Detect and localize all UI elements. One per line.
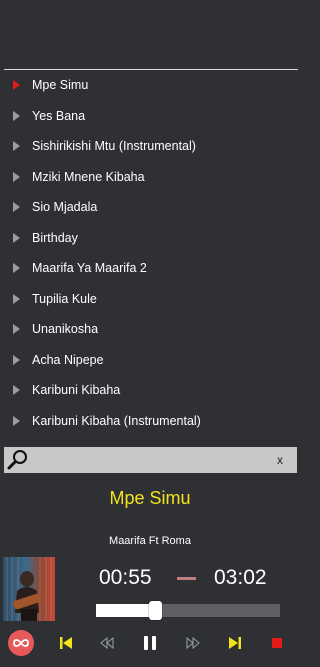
playlist-item[interactable]: Yes Bana: [0, 101, 300, 132]
play-marker-icon: [13, 202, 20, 213]
play-marker-icon: [13, 385, 20, 396]
playlist-item-label: Karibuni Kibaha: [32, 383, 121, 398]
next-button[interactable]: [227, 628, 243, 658]
album-art: [3, 557, 55, 621]
rewind-icon: [100, 637, 114, 649]
repeat-button[interactable]: [8, 628, 34, 658]
playlist-item-label: Sio Mjadala: [32, 200, 98, 215]
current-time: 00:55: [99, 566, 152, 589]
playlist-item-label: Birthday: [32, 230, 78, 245]
playlist-item[interactable]: Karibuni Kibaha: [0, 375, 300, 406]
song-title: Mpe Simu: [109, 488, 191, 508]
playlist-item-label: Unanikosha: [32, 322, 99, 337]
playlist-item[interactable]: Karibuni Kibaha (Instrumental): [0, 406, 300, 437]
seek-progress: [96, 604, 155, 617]
pause-button[interactable]: [141, 628, 159, 658]
playlist: Mpe Simu Yes Bana Sishirikishi Mtu (Instru…: [0, 70, 300, 444]
play-marker-icon: [13, 110, 20, 121]
skip-previous-icon: [60, 637, 72, 649]
rewind-button[interactable]: [99, 628, 115, 658]
skip-next-icon: [229, 637, 241, 649]
playback-controls: [0, 628, 300, 658]
pause-icon: [144, 636, 156, 650]
total-time: 03:02: [214, 566, 267, 589]
play-marker-icon: [13, 354, 20, 365]
playlist-item-label: Mziki Mnene Kibaha: [32, 169, 145, 184]
playlist-item-label: Mpe Simu: [32, 78, 89, 93]
seek-bar[interactable]: [96, 601, 280, 620]
playlist-item[interactable]: Birthday: [0, 223, 300, 254]
playlist-item-label: Sishirikishi Mtu (Instrumental): [32, 139, 196, 154]
playlist-item-label: Yes Bana: [32, 108, 86, 123]
playlist-item[interactable]: Sishirikishi Mtu (Instrumental): [0, 131, 300, 162]
playlist-item[interactable]: Acha Nipepe: [0, 345, 300, 376]
playlist-item[interactable]: Mziki Mnene Kibaha: [0, 162, 300, 193]
clear-search-button[interactable]: x: [269, 449, 291, 471]
playlist-item[interactable]: Sio Mjadala: [0, 192, 300, 223]
previous-button[interactable]: [58, 628, 74, 658]
play-marker-icon: [13, 415, 20, 426]
play-marker-icon: [13, 141, 20, 152]
stop-button[interactable]: [270, 628, 284, 658]
playlist-item[interactable]: Unanikosha: [0, 314, 300, 345]
seek-thumb[interactable]: [148, 601, 162, 620]
album-art-image: [3, 557, 55, 621]
search-input[interactable]: [29, 446, 269, 474]
repeat-infinity-icon: [8, 630, 34, 656]
playlist-item-label: Maarifa Ya Maarifa 2: [32, 261, 147, 276]
artist-name: Maarifa Ft Roma: [109, 535, 191, 547]
search-icon[interactable]: [7, 449, 29, 471]
play-marker-icon: [13, 263, 20, 274]
play-marker-icon: [13, 232, 20, 243]
play-marker-icon: [13, 293, 20, 304]
playlist-item-label: Acha Nipepe: [32, 352, 104, 367]
playlist-item[interactable]: Tupilia Kule: [0, 284, 300, 315]
search-bar: x: [4, 446, 297, 474]
playlist-item[interactable]: Maarifa Ya Maarifa 2: [0, 253, 300, 284]
fast-forward-button[interactable]: [185, 628, 201, 658]
fast-forward-icon: [186, 637, 200, 649]
play-marker-icon: [13, 171, 20, 182]
playlist-item-label: Tupilia Kule: [32, 291, 97, 306]
now-playing-marker-icon: [13, 80, 20, 91]
playlist-item-label: Karibuni Kibaha (Instrumental): [32, 413, 201, 428]
stop-icon: [272, 638, 282, 648]
play-marker-icon: [13, 324, 20, 335]
time-separator: [177, 577, 196, 580]
playlist-item[interactable]: Mpe Simu: [0, 70, 300, 101]
